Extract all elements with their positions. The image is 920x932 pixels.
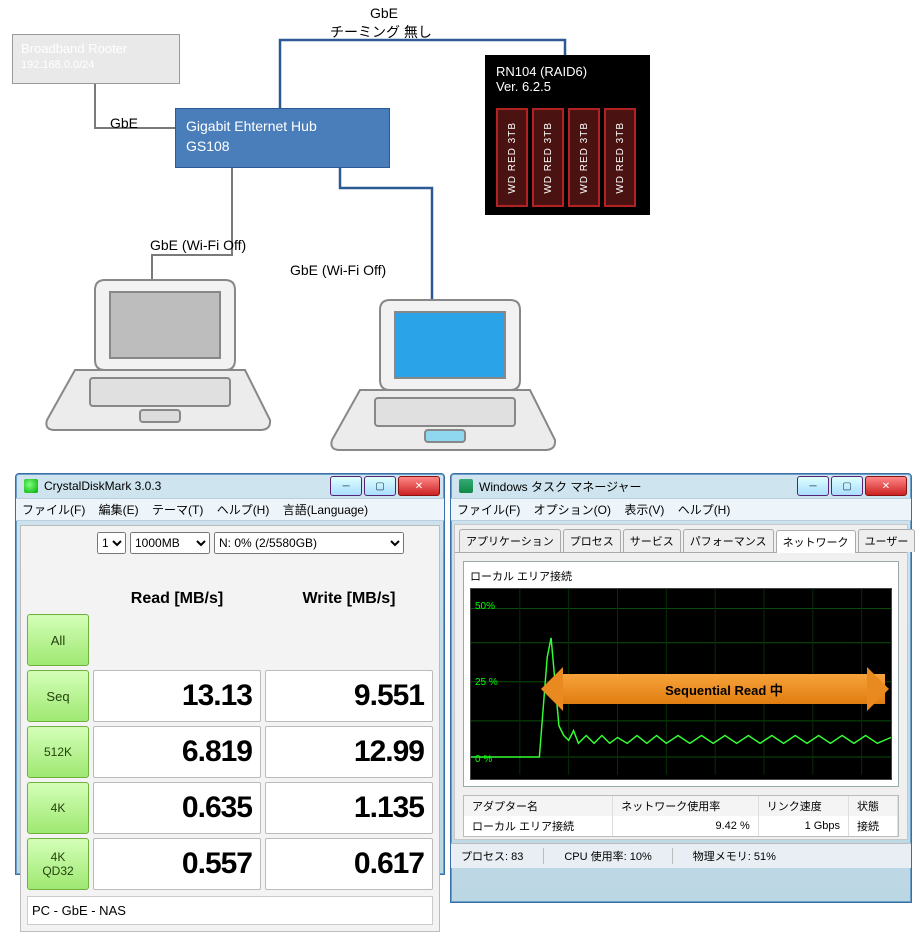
nas-drive: WD RED 3TB [496,108,528,207]
network-usage-graph: 50% 25 % 0 % Sequential Read 中 [470,588,892,780]
size-select[interactable]: 1000MB [130,532,210,554]
tab-applications[interactable]: アプリケーション [459,529,561,552]
run-seq-button[interactable]: Seq [27,670,89,722]
k512-read-value: 6.819 [93,726,261,778]
tab-services[interactable]: サービス [623,529,681,552]
menu-file[interactable]: ファイル(F) [22,503,85,517]
network-diagram: Broadband Rooter 192.168.0.0/24 GbE Giga… [0,0,920,455]
col-speed[interactable]: リンク速度 [758,796,848,816]
tab-users[interactable]: ユーザー [858,529,916,552]
close-button[interactable]: ✕ [865,476,907,496]
graph-title: ローカル エリア接続 [470,568,892,584]
status-memory: 物理メモリ: 51% [693,848,796,864]
col-usage[interactable]: ネットワーク使用率 [613,796,759,816]
col-adapter-name[interactable]: アダプター名 [464,796,613,816]
nas-drive: WD RED 3TB [568,108,600,207]
seq-write-value: 9.551 [265,670,433,722]
k512-write-value: 12.99 [265,726,433,778]
y-axis-0: 0 % [475,754,492,765]
menu-theme[interactable]: テーマ(T) [152,503,203,517]
adapter-table: アダプター名 ネットワーク使用率 リンク速度 状態 ローカル エリア接続 9.4… [463,795,899,837]
router-box: Broadband Rooter 192.168.0.0/24 [12,34,180,84]
tm-menubar[interactable]: ファイル(F) オプション(O) 表示(V) ヘルプ(H) [451,498,911,521]
menu-language[interactable]: 言語(Language) [283,503,368,517]
menu-view[interactable]: 表示(V) [624,503,664,517]
cdm-app-icon [24,479,38,493]
cdm-menubar[interactable]: ファイル(F) 編集(E) テーマ(T) ヘルプ(H) 言語(Language) [16,498,444,521]
cell-state: 接続 [849,816,898,836]
minimize-button[interactable]: ─ [797,476,829,496]
run-512k-button[interactable]: 512K [27,726,89,778]
maximize-button[interactable]: ▢ [364,476,396,496]
nas-version: Ver. 6.2.5 [496,79,639,94]
cdm-title: CrystalDiskMark 3.0.3 [44,479,161,493]
tab-performance[interactable]: パフォーマンス [683,529,774,552]
k4q-write-value: 0.617 [265,838,433,890]
menu-file[interactable]: ファイル(F) [457,503,520,517]
hub-box: Gigabit Ehternet Hub GS108 [175,108,390,168]
router-subnet: 192.168.0.0/24 [21,58,171,72]
close-button[interactable]: ✕ [398,476,440,496]
tm-statusbar: プロセス: 83 CPU 使用率: 10% 物理メモリ: 51% [451,843,911,868]
cell-usage: 9.42 % [613,816,759,836]
cell-adapter-name: ローカル エリア接続 [464,816,613,836]
menu-help[interactable]: ヘルプ(H) [217,503,270,517]
minimize-button[interactable]: ─ [330,476,362,496]
header-write: Write [MB/s] [265,590,433,610]
y-axis-50: 50% [475,601,495,612]
pc-left-link-label: GbE (Wi-Fi Off) [150,237,246,253]
top-link-label: GbE [370,5,398,21]
nas-drive: WD RED 3TB [532,108,564,207]
hub-title: Gigabit Ehternet Hub [186,117,379,137]
menu-options[interactable]: オプション(O) [534,503,611,517]
run-4k-button[interactable]: 4K [27,782,89,834]
col-state[interactable]: 状態 [849,796,898,816]
runs-select[interactable]: 1 [97,532,126,554]
maximize-button[interactable]: ▢ [831,476,863,496]
laptop-right-icon [320,290,560,460]
nas-box: RN104 (RAID6) Ver. 6.2.5 WD RED 3TB WD R… [485,55,650,215]
menu-edit[interactable]: 編集(E) [99,503,139,517]
tab-processes[interactable]: プロセス [563,529,621,552]
status-cpu: CPU 使用率: 10% [564,848,672,864]
tm-titlebar[interactable]: Windows タスク マネージャー ─ ▢ ✕ [451,474,911,498]
tm-app-icon [459,479,473,493]
k4q-read-value: 0.557 [93,838,261,890]
drive-select[interactable]: N: 0% (2/5580GB) [214,532,404,554]
cell-speed: 1 Gbps [758,816,848,836]
run-4kqd32-button[interactable]: 4KQD32 [27,838,89,890]
tab-network[interactable]: ネットワーク [776,530,856,553]
taskmanager-window: Windows タスク マネージャー ─ ▢ ✕ ファイル(F) オプション(O… [450,473,912,903]
hub-model: GS108 [186,137,379,157]
teaming-label: チーミング 無し [330,22,432,42]
pc-right-link-label: GbE (Wi-Fi Off) [290,262,386,278]
run-all-button[interactable]: All [27,614,89,666]
nas-drive: WD RED 3TB [604,108,636,207]
annotation-arrow: Sequential Read 中 [563,674,885,704]
nas-drives: WD RED 3TB WD RED 3TB WD RED 3TB WD RED … [496,108,639,207]
laptop-left-icon [35,270,275,440]
y-axis-25: 25 % [475,677,498,688]
cdm-footer: PC - GbE - NAS [27,896,433,925]
router-link-label: GbE [110,115,138,131]
k4-write-value: 1.135 [265,782,433,834]
tm-title: Windows タスク マネージャー [479,478,642,495]
network-graph-panel: ローカル エリア接続 [463,561,899,787]
status-processes: プロセス: 83 [461,848,544,864]
k4-read-value: 0.635 [93,782,261,834]
nas-title: RN104 (RAID6) [496,64,639,79]
menu-help[interactable]: ヘルプ(H) [678,503,731,517]
seq-read-value: 13.13 [93,670,261,722]
crystaldiskmark-window: CrystalDiskMark 3.0.3 ─ ▢ ✕ ファイル(F) 編集(E… [15,473,445,875]
cdm-titlebar[interactable]: CrystalDiskMark 3.0.3 ─ ▢ ✕ [16,474,444,498]
header-read: Read [MB/s] [93,590,261,610]
router-title: Broadband Rooter [21,41,171,58]
tm-tabs: アプリケーション プロセス サービス パフォーマンス ネットワーク ユーザー [455,525,907,553]
table-row[interactable]: ローカル エリア接続 9.42 % 1 Gbps 接続 [464,816,898,836]
